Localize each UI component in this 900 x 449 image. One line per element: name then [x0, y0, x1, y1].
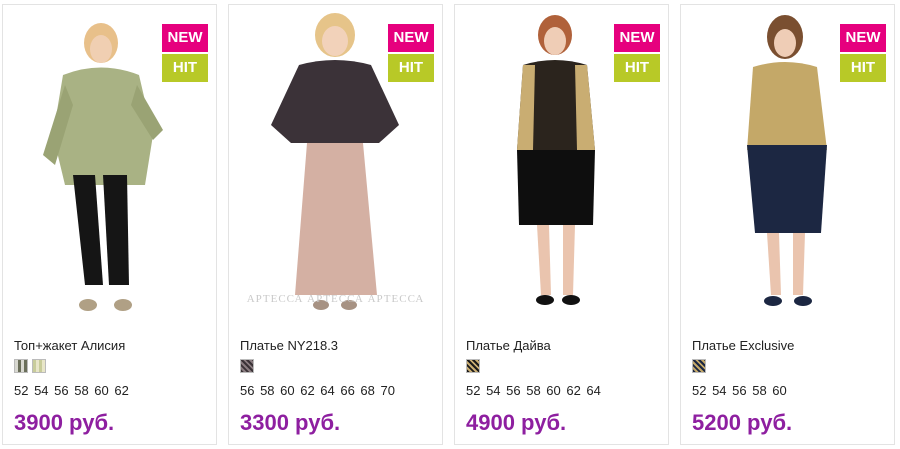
color-swatch[interactable] — [14, 359, 28, 373]
product-price: 3300 руб. — [240, 410, 341, 435]
product-image[interactable]: NEW HIT — [3, 5, 216, 325]
product-name[interactable]: Платье Дайва — [466, 338, 551, 353]
size-list: 52 54 56 58 60 — [692, 383, 787, 398]
color-swatch[interactable] — [240, 359, 254, 373]
color-swatches — [692, 359, 706, 375]
product-card[interactable]: NEW HIT Платье Дайва 52 54 56 58 60 62 6… — [454, 4, 669, 445]
product-card[interactable]: NEW HIT Платье Exclusive 52 54 56 58 60 … — [680, 4, 895, 445]
size-list: 52 54 56 58 60 62 — [14, 383, 129, 398]
product-card[interactable]: NEW HIT Топ+жакет Алисия 52 54 56 58 60 … — [2, 4, 217, 445]
product-price: 5200 руб. — [692, 410, 793, 435]
product-image[interactable]: NEW HIT — [681, 5, 894, 325]
color-swatch[interactable] — [692, 359, 706, 373]
hit-badge: HIT — [388, 54, 434, 82]
hit-badge: HIT — [614, 54, 660, 82]
color-swatch[interactable] — [32, 359, 46, 373]
color-swatch[interactable] — [466, 359, 480, 373]
product-name[interactable]: Платье Exclusive — [692, 338, 794, 353]
product-price: 4900 руб. — [466, 410, 567, 435]
watermark: АРТЕССА АРТЕССА АРТЕССА — [246, 293, 425, 305]
size-list: 52 54 56 58 60 62 64 — [466, 383, 601, 398]
color-swatches — [240, 359, 254, 375]
new-badge: NEW — [840, 24, 886, 52]
new-badge: NEW — [614, 24, 660, 52]
product-name[interactable]: Топ+жакет Алисия — [14, 338, 125, 353]
product-card[interactable]: АРТЕССА АРТЕССА АРТЕССА NEW HIT Платье N… — [228, 4, 443, 445]
color-swatches — [14, 359, 46, 375]
product-image[interactable]: NEW HIT — [455, 5, 668, 325]
product-image[interactable]: АРТЕССА АРТЕССА АРТЕССА NEW HIT — [229, 5, 442, 325]
product-name[interactable]: Платье NY218.3 — [240, 338, 338, 353]
color-swatches — [466, 359, 480, 375]
hit-badge: HIT — [162, 54, 208, 82]
new-badge: NEW — [162, 24, 208, 52]
hit-badge: HIT — [840, 54, 886, 82]
size-list: 56 58 60 62 64 66 68 70 — [240, 383, 395, 398]
new-badge: NEW — [388, 24, 434, 52]
product-price: 3900 руб. — [14, 410, 115, 435]
